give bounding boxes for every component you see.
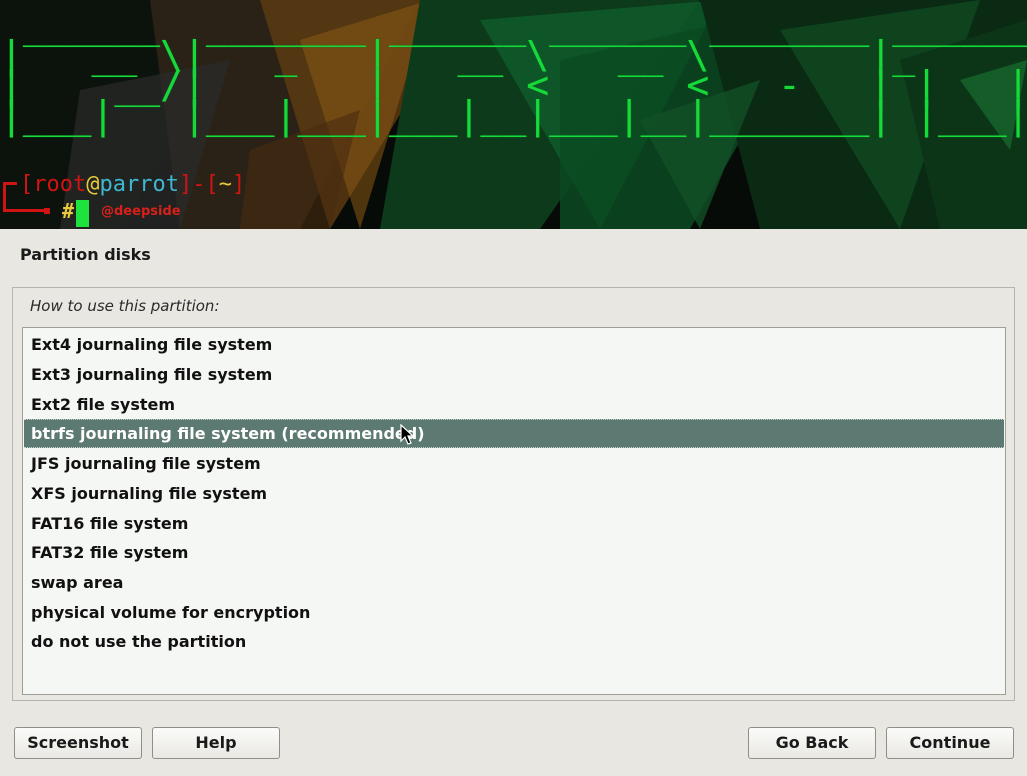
go-back-button[interactable]: Go Back bbox=[748, 727, 876, 759]
list-item-label: Ext3 journaling file system bbox=[31, 365, 273, 384]
installer-banner: ______ _______ ______ ______ _______ ___… bbox=[0, 0, 1027, 229]
list-item[interactable]: Ext3 journaling file system bbox=[24, 360, 1004, 389]
help-button[interactable]: Help bbox=[152, 727, 280, 759]
list-item[interactable]: swap area bbox=[24, 568, 1004, 597]
partition-usage-list[interactable]: Ext4 journaling file system Ext3 journal… bbox=[22, 327, 1006, 695]
prompt-arrow-line bbox=[16, 209, 46, 212]
prompt-host: parrot bbox=[99, 172, 179, 197]
prompt-dir: ~ bbox=[218, 172, 232, 197]
list-item[interactable]: JFS journaling file system bbox=[24, 449, 1004, 478]
prompt-arrow-head bbox=[44, 208, 50, 214]
list-item[interactable]: FAT16 file system bbox=[24, 509, 1004, 538]
list-item-label: JFS journaling file system bbox=[31, 454, 261, 473]
continue-button[interactable]: Continue bbox=[886, 727, 1014, 759]
list-item[interactable]: FAT32 file system bbox=[24, 538, 1004, 567]
prompt-bracket: [ bbox=[205, 172, 219, 197]
page-title: Partition disks bbox=[20, 245, 151, 264]
prompt-corner-line bbox=[3, 182, 17, 212]
list-item-label: Ext4 journaling file system bbox=[31, 335, 273, 354]
list-item[interactable]: XFS journaling file system bbox=[24, 479, 1004, 508]
list-item[interactable]: do not use the partition bbox=[24, 627, 1004, 656]
author-handle: @deepside bbox=[101, 204, 181, 219]
prompt-bracket: ] bbox=[231, 172, 246, 197]
list-item[interactable]: physical volume for encryption bbox=[24, 598, 1004, 627]
list-item-label: FAT16 file system bbox=[31, 514, 189, 533]
list-item-selected[interactable]: btrfs journaling file system (recommende… bbox=[24, 419, 1004, 448]
list-item[interactable]: Ext4 journaling file system bbox=[24, 330, 1004, 359]
list-item-label: btrfs journaling file system (recommende… bbox=[31, 424, 425, 443]
terminal-cursor bbox=[76, 200, 89, 227]
shell-prompt: [root@parrot]-[~] bbox=[20, 172, 245, 198]
prompt-at: @ bbox=[86, 172, 100, 197]
list-item[interactable]: Ext2 file system bbox=[24, 390, 1004, 419]
parrot-os-ascii-logo: ______ _______ ______ ______ _______ ___… bbox=[0, 3, 1027, 137]
screenshot-button[interactable]: Screenshot bbox=[14, 727, 142, 759]
question-label: How to use this partition: bbox=[30, 297, 220, 315]
list-item-label: do not use the partition bbox=[31, 632, 247, 651]
prompt-hash: # bbox=[62, 199, 75, 223]
list-item-label: Ext2 file system bbox=[31, 395, 176, 414]
prompt-dash: - bbox=[192, 172, 206, 197]
list-item-label: swap area bbox=[31, 573, 124, 592]
list-item-label: physical volume for encryption bbox=[31, 603, 311, 622]
list-item-label: XFS journaling file system bbox=[31, 484, 268, 503]
list-item-label: FAT32 file system bbox=[31, 543, 189, 562]
arrow-pointer-icon bbox=[400, 424, 415, 445]
prompt-user: root bbox=[33, 172, 87, 197]
prompt-bracket: [ bbox=[20, 172, 34, 197]
prompt-bracket: ] bbox=[178, 172, 193, 197]
